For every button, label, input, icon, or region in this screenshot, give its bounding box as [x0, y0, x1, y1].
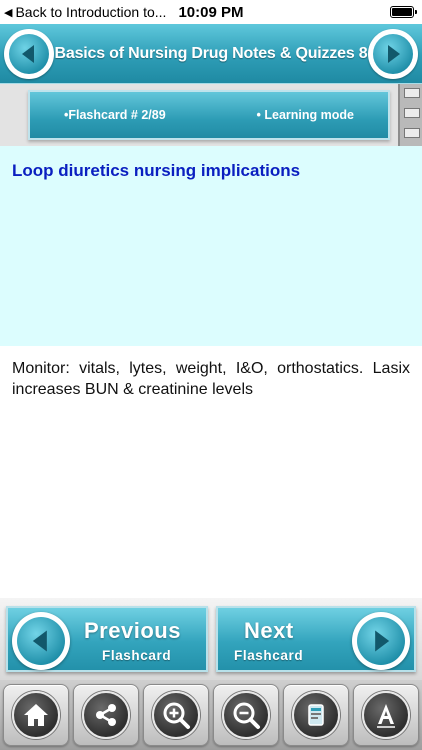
page-title: Basics of Nursing Drug Notes & Quizzes 8 [54, 44, 368, 62]
previous-sub-label: Flashcard [102, 648, 172, 663]
film-hole [404, 88, 420, 98]
next-flashcard-button[interactable]: Next Flashcard [216, 606, 416, 672]
bottom-toolbar [0, 680, 422, 750]
card-info-plate: •Flashcard # 2/89 • Learning mode [28, 90, 390, 140]
battery-fill [392, 8, 412, 16]
left-arrow-icon [17, 617, 65, 665]
font-icon [362, 691, 410, 739]
film-hole [404, 108, 420, 118]
title-bar: Basics of Nursing Drug Notes & Quizzes 8 [0, 24, 422, 84]
share-button[interactable] [73, 684, 139, 746]
home-icon [12, 691, 60, 739]
next-sub-label: Flashcard [234, 648, 304, 663]
left-arrow-icon [9, 34, 49, 74]
zoom-out-button[interactable] [213, 684, 279, 746]
back-arrow-icon: ◀ [4, 6, 13, 19]
next-arrow-circle [352, 612, 410, 670]
back-label: Back to Introduction to... [15, 4, 167, 20]
card-info-band: •Flashcard # 2/89 • Learning mode [0, 84, 422, 146]
mode-label: • Learning mode [256, 108, 354, 122]
question-panel: Loop diuretics nursing implications [0, 146, 422, 346]
question-text: Loop diuretics nursing implications [12, 161, 301, 180]
next-label: Next [244, 618, 294, 643]
film-hole [404, 128, 420, 138]
previous-flashcard-button[interactable]: Previous Flashcard [6, 606, 208, 672]
status-bar: ◀ Back to Introduction to... 10:09 PM [0, 0, 422, 24]
flashcard-navigation: Previous Flashcard Next Flashcard [0, 598, 422, 680]
header-previous-button[interactable] [4, 29, 54, 79]
right-arrow-icon [357, 617, 405, 665]
zoom-out-icon [222, 691, 270, 739]
battery-icon [390, 6, 417, 18]
right-arrow-icon [373, 34, 413, 74]
zoom-in-icon [152, 691, 200, 739]
previous-label: Previous [84, 618, 181, 643]
previous-arrow-circle [12, 612, 70, 670]
header-next-button[interactable] [368, 29, 418, 79]
quiz-button[interactable] [283, 684, 349, 746]
answer-panel: Monitor: vitals, lytes, weight, I&O, ort… [0, 346, 422, 598]
flashcard-counter: •Flashcard # 2/89 [64, 108, 166, 122]
zoom-in-button[interactable] [143, 684, 209, 746]
back-to-app-link[interactable]: ◀ Back to Introduction to... [0, 4, 175, 20]
answer-text: Monitor: vitals, lytes, weight, I&O, ort… [12, 360, 410, 398]
film-strip-icon [398, 84, 422, 146]
share-icon [82, 691, 130, 739]
home-button[interactable] [3, 684, 69, 746]
font-settings-button[interactable] [353, 684, 419, 746]
quiz-icon [292, 691, 340, 739]
